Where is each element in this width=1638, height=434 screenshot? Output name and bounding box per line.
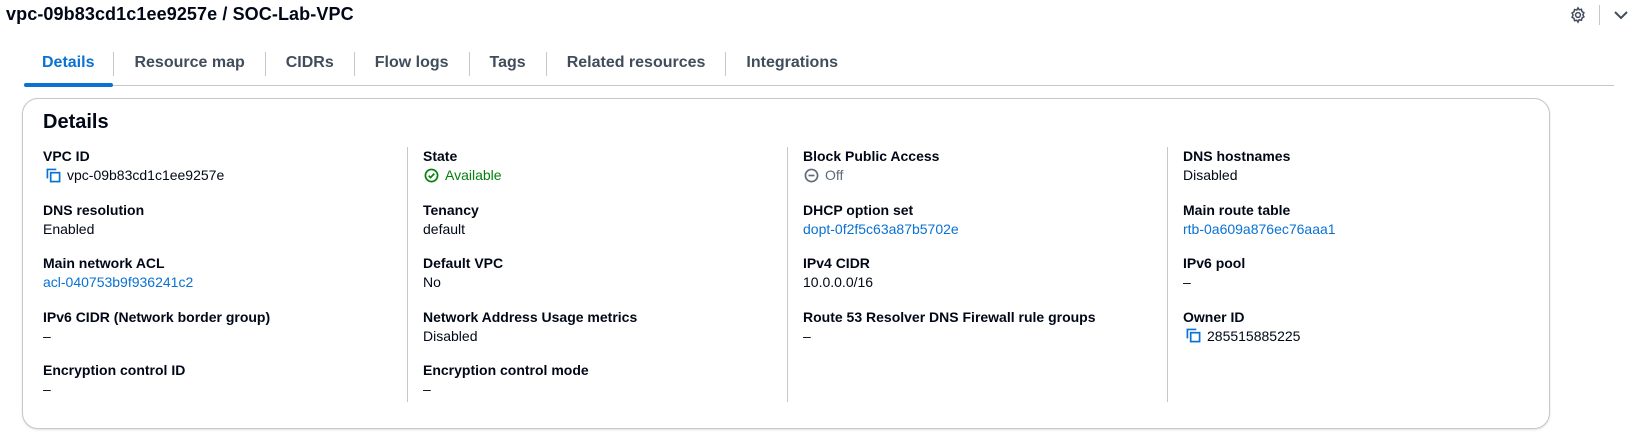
header-actions [1567, 4, 1632, 26]
field-dns-resolution: DNS resolution Enabled [43, 201, 407, 255]
field-main-network-acl: Main network ACL acl-040753b9f936241c2 [43, 254, 407, 308]
field-ipv6-pool: IPv6 pool – [1183, 254, 1547, 308]
column-divider [1167, 147, 1168, 402]
field-ipv4-cidr: IPv4 CIDR 10.0.0.0/16 [803, 254, 1167, 308]
check-circle-icon [423, 167, 439, 183]
field-value: 10.0.0.0/16 [803, 274, 874, 291]
field-dhcp-option-set: DHCP option set dopt-0f2f5c63a87b5702e [803, 201, 1167, 255]
block-public-access-value: Off [825, 167, 844, 183]
details-heading: Details [43, 111, 109, 133]
field-label: Default VPC [423, 255, 504, 272]
field-label: State [423, 148, 458, 164]
main-route-table-link[interactable]: rtb-0a609a876ec76aaa1 [1183, 219, 1547, 239]
tab-flow-logs[interactable]: Flow logs [355, 46, 469, 86]
field-dns-hostnames: DNS hostnames Disabled [1183, 147, 1547, 201]
tab-details[interactable]: Details [24, 46, 114, 87]
state-status: Available [423, 165, 787, 185]
field-route53-resolver-dns-firewall: Route 53 Resolver DNS Firewall rule grou… [803, 308, 1167, 362]
field-value: 285515885225 [1183, 326, 1547, 346]
details-grid: VPC ID vpc-09b83cd1c1ee9257e DNS resolut… [23, 147, 1549, 417]
field-default-vpc: Default VPC No [423, 254, 787, 308]
field-label: Main route table [1183, 201, 1291, 218]
field-label: DNS resolution [43, 201, 145, 218]
field-encryption-control-mode: Encryption control mode – [423, 361, 787, 415]
field-main-route-table: Main route table rtb-0a609a876ec76aaa1 [1183, 201, 1547, 255]
field-owner-id: Owner ID 285515885225 [1183, 308, 1547, 362]
field-network-address-usage-metrics: Network Address Usage metrics Disabled [423, 308, 787, 362]
tab-resource-map[interactable]: Resource map [114, 46, 264, 86]
details-column-4: DNS hostnames Disabled Main route table … [1183, 147, 1547, 402]
dhcp-option-set-link[interactable]: dopt-0f2f5c63a87b5702e [803, 219, 1167, 239]
tab-integrations[interactable]: Integrations [726, 46, 858, 86]
header-divider [1599, 5, 1600, 25]
field-label: Owner ID [1183, 308, 1245, 325]
field-label: IPv4 CIDR [803, 255, 870, 272]
block-public-access-status: Off [803, 165, 1167, 185]
details-column-3: Block Public Access Off DHCP option set … [803, 147, 1167, 402]
field-label: Route 53 Resolver DNS Firewall rule grou… [803, 308, 1096, 325]
field-value: vpc-09b83cd1c1ee9257e [43, 165, 407, 185]
field-value: No [423, 274, 441, 291]
minus-circle-icon [803, 167, 819, 183]
tab-tags[interactable]: Tags [470, 46, 546, 86]
field-label: IPv6 pool [1183, 255, 1246, 272]
field-value: Disabled [1183, 167, 1238, 183]
tab-cidrs[interactable]: CIDRs [266, 46, 354, 86]
field-tenancy: Tenancy default [423, 201, 787, 255]
field-label: DHCP option set [803, 201, 914, 218]
owner-id-value: 285515885225 [1207, 327, 1301, 344]
field-value: – [803, 327, 811, 344]
column-divider [407, 147, 408, 402]
copy-icon[interactable] [1185, 328, 1201, 344]
field-label: Block Public Access [803, 148, 940, 164]
field-value: – [43, 381, 51, 398]
main-network-acl-link[interactable]: acl-040753b9f936241c2 [43, 272, 407, 292]
field-label: Encryption control mode [423, 362, 589, 379]
field-encryption-control-id: Encryption control ID – [43, 361, 407, 415]
gear-icon[interactable] [1567, 4, 1589, 26]
field-label: VPC ID [43, 148, 90, 164]
column-divider [787, 147, 788, 402]
field-value: Disabled [423, 327, 478, 344]
tab-list: Details Resource map CIDRs Flow logs Tag… [24, 46, 1614, 87]
tab-related-resources[interactable]: Related resources [547, 46, 726, 86]
details-card: Details VPC ID vpc-09b83cd1c1ee9257e DNS… [22, 98, 1550, 429]
field-value: – [423, 381, 431, 398]
details-column-2: State Available Tenancy default Default … [423, 147, 787, 402]
field-label: DNS hostnames [1183, 148, 1291, 164]
field-label: Tenancy [423, 201, 479, 218]
chevron-down-icon[interactable] [1610, 4, 1632, 26]
details-column-1: VPC ID vpc-09b83cd1c1ee9257e DNS resolut… [43, 147, 407, 402]
field-state: State Available [423, 147, 787, 201]
field-value: – [1183, 274, 1191, 291]
field-label: Encryption control ID [43, 362, 186, 379]
field-label: IPv6 CIDR (Network border group) [43, 308, 271, 325]
field-value: default [423, 220, 466, 237]
field-label: Main network ACL [43, 255, 165, 272]
field-vpc-id: VPC ID vpc-09b83cd1c1ee9257e [43, 147, 407, 201]
field-block-public-access: Block Public Access Off [803, 147, 1167, 201]
field-ipv6-cidr: IPv6 CIDR (Network border group) – [43, 308, 407, 362]
page-title: vpc-09b83cd1c1ee9257e / SOC-Lab-VPC [6, 4, 354, 24]
copy-icon[interactable] [45, 167, 61, 183]
field-value: – [43, 327, 51, 344]
vpc-id-value: vpc-09b83cd1c1ee9257e [67, 167, 225, 183]
field-value: Enabled [43, 220, 95, 237]
field-label: Network Address Usage metrics [423, 308, 638, 325]
state-value: Available [445, 167, 502, 183]
